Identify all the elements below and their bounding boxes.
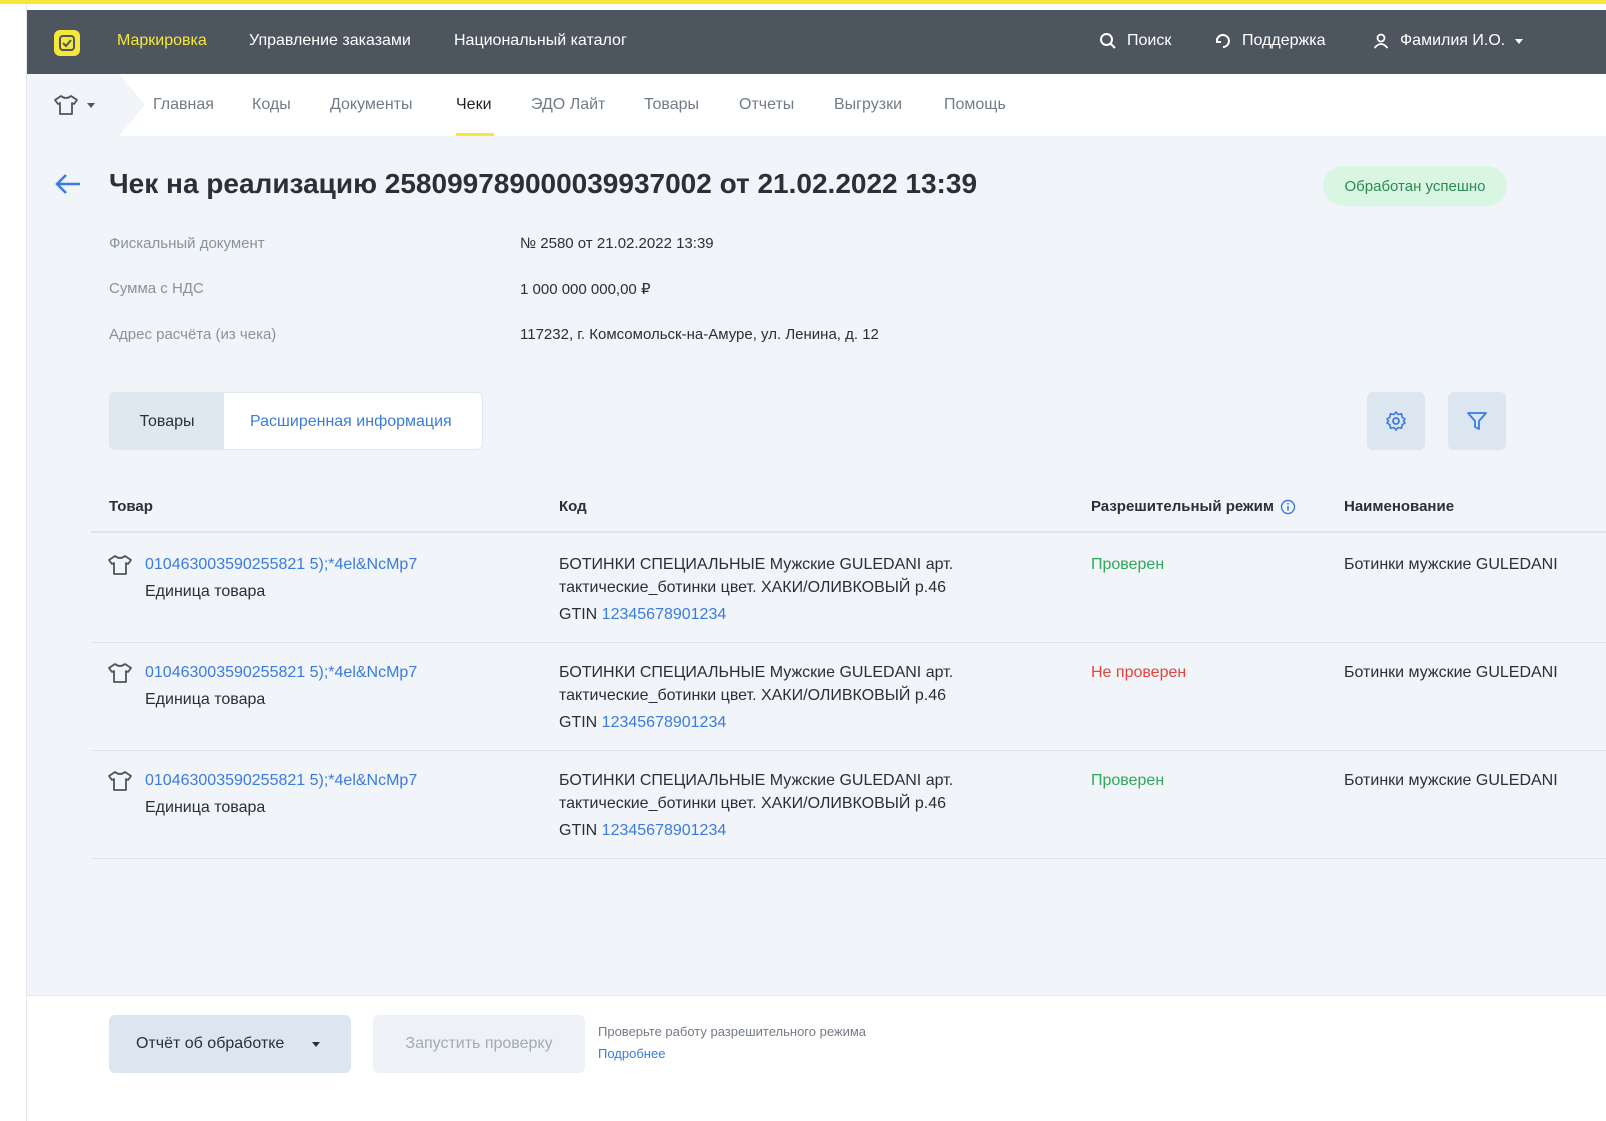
table-header-divider <box>91 531 1606 533</box>
chevron-down-icon <box>1515 38 1524 44</box>
item-description-line1: БОТИНКИ СПЕЦИАЛЬНЫЕ Мужские GULEDANI арт… <box>559 772 954 789</box>
item-description-line2: тактические_ботинки цвет. ХАКИ/ОЛИВКОВЫЙ… <box>559 687 947 704</box>
info-icon[interactable] <box>1280 499 1296 515</box>
col-header-permit-label: Разрешительный режим <box>1091 498 1274 515</box>
logo-icon[interactable] <box>54 30 80 56</box>
tab-exports[interactable]: Выгрузки <box>834 96 902 114</box>
tab-receipts[interactable]: Чеки <box>456 96 492 114</box>
tab-help[interactable]: Помощь <box>944 96 1006 114</box>
tshirt-icon <box>108 663 132 683</box>
action-footer: Отчёт об обработке Запустить проверку Пр… <box>27 995 1606 1121</box>
processing-report-dropdown[interactable]: Отчёт об обработке <box>109 1015 351 1073</box>
info-value-address: 117232, г. Комсомольск-на-Амуре, ул. Лен… <box>520 326 879 343</box>
run-check-button[interactable]: Запустить проверку <box>373 1015 585 1073</box>
item-description-line2: тактические_ботинки цвет. ХАКИ/ОЛИВКОВЫЙ… <box>559 795 947 812</box>
active-tab-indicator <box>456 133 494 136</box>
item-name: Ботинки мужские GULEDANI <box>1344 772 1558 789</box>
tab-codes[interactable]: Коды <box>252 96 291 114</box>
item-name: Ботинки мужские GULEDANI <box>1344 664 1558 681</box>
info-value-fiscal: № 2580 от 21.02.2022 13:39 <box>520 235 714 252</box>
col-header-permit[interactable]: Разрешительный режим <box>1091 498 1296 515</box>
status-badge: Обработан успешно <box>1323 166 1507 206</box>
tab-goods-list[interactable]: Товары <box>110 393 224 449</box>
topnav-orders[interactable]: Управление заказами <box>249 32 411 50</box>
permit-status: Проверен <box>1091 772 1165 789</box>
table-row[interactable]: 010463003590255821 5);*4el&NcMp7 Единица… <box>91 751 1606 859</box>
gtin-label: GTIN <box>559 822 598 839</box>
gtin-label: GTIN <box>559 714 598 731</box>
settings-button[interactable] <box>1367 392 1425 450</box>
support-label: Поддержка <box>1242 32 1326 49</box>
gtin-link[interactable]: 12345678901234 <box>602 714 727 731</box>
item-unit: Единица товара <box>145 583 266 600</box>
table-row[interactable]: 010463003590255821 5);*4el&NcMp7 Единица… <box>91 643 1606 751</box>
item-gtin: GTIN 12345678901234 <box>559 822 726 840</box>
table-row[interactable]: 010463003590255821 5);*4el&NcMp7 Единица… <box>91 535 1606 643</box>
category-selector[interactable] <box>27 74 145 136</box>
topnav-catalog[interactable]: Национальный каталог <box>454 32 627 50</box>
col-header-name[interactable]: Наименование <box>1344 498 1454 515</box>
search-button[interactable]: Поиск <box>1099 32 1171 50</box>
info-label-address: Адрес расчёта (из чека) <box>109 326 277 343</box>
user-name: Фамилия И.О. <box>1400 32 1506 49</box>
processing-report-label: Отчёт об обработке <box>136 1035 285 1052</box>
gear-icon <box>1386 411 1406 431</box>
search-icon <box>1100 33 1116 49</box>
item-name: Ботинки мужские GULEDANI <box>1344 556 1558 573</box>
page-title: Чек на реализацию 258099789000039937002 … <box>109 168 978 199</box>
gtin-link[interactable]: 12345678901234 <box>602 606 727 623</box>
item-gtin: GTIN 12345678901234 <box>559 714 726 732</box>
item-unit: Единица товара <box>145 799 266 816</box>
filter-icon <box>1467 412 1487 430</box>
tab-goods[interactable]: Товары <box>644 96 699 114</box>
tab-reports[interactable]: Отчеты <box>739 96 794 114</box>
accent-line <box>0 0 1606 4</box>
item-code-link[interactable]: 010463003590255821 5);*4el&NcMp7 <box>145 556 417 574</box>
item-description-line1: БОТИНКИ СПЕЦИАЛЬНЫЕ Мужские GULEDANI арт… <box>559 556 954 573</box>
item-gtin: GTIN 12345678901234 <box>559 606 726 624</box>
topnav-brand[interactable]: Маркировка <box>117 32 207 50</box>
user-menu[interactable]: Фамилия И.О. <box>1372 32 1524 50</box>
info-label-sum: Сумма с НДС <box>109 280 204 297</box>
search-label: Поиск <box>1127 32 1172 49</box>
permit-status: Проверен <box>1091 556 1165 573</box>
back-arrow-icon[interactable] <box>53 172 83 196</box>
item-code-link[interactable]: 010463003590255821 5);*4el&NcMp7 <box>145 772 417 790</box>
app-window: Маркировка Управление заказами Националь… <box>27 10 1606 1121</box>
section-nav: Главная Коды Документы Чеки ЭДО Лайт Тов… <box>27 74 1606 136</box>
logo-glyph-icon <box>59 35 75 51</box>
support-icon <box>1215 34 1230 48</box>
more-link[interactable]: Подробнее <box>598 1046 665 1061</box>
tab-main[interactable]: Главная <box>153 96 214 114</box>
item-code-link[interactable]: 010463003590255821 5);*4el&NcMp7 <box>145 664 417 682</box>
tab-extended-info[interactable]: Расширенная информация <box>224 393 482 449</box>
item-description-line2: тактические_ботинки цвет. ХАКИ/ОЛИВКОВЫЙ… <box>559 579 947 596</box>
permit-status: Не проверен <box>1091 664 1187 681</box>
left-gutter <box>0 4 27 1121</box>
permit-hint: Проверьте работу разрешительного режима <box>598 1024 867 1039</box>
item-description-line1: БОТИНКИ СПЕЦИАЛЬНЫЕ Мужские GULEDANI арт… <box>559 664 954 681</box>
filter-button[interactable] <box>1448 392 1506 450</box>
col-header-name-label: Наименование <box>1344 498 1455 515</box>
chevron-down-icon <box>87 102 95 108</box>
item-unit: Единица товара <box>145 691 266 708</box>
col-header-goods-label: Товар <box>109 498 153 515</box>
tshirt-icon <box>54 95 78 115</box>
info-label-fiscal: Фискальный документ <box>109 235 265 252</box>
user-icon <box>1373 33 1389 49</box>
col-header-code-label: Код <box>559 498 587 515</box>
support-button[interactable]: Поддержка <box>1214 32 1325 50</box>
gtin-link[interactable]: 12345678901234 <box>602 822 727 839</box>
info-value-sum: 1 000 000 000,00 ₽ <box>520 281 651 298</box>
col-header-code[interactable]: Код <box>559 498 587 515</box>
top-bar: Маркировка Управление заказами Националь… <box>27 10 1606 74</box>
content-tabs: Товары Расширенная информация <box>109 392 483 450</box>
tshirt-icon <box>108 771 132 791</box>
tab-documents[interactable]: Документы <box>330 96 412 114</box>
tshirt-icon <box>108 555 132 575</box>
tab-edo-lite[interactable]: ЭДО Лайт <box>531 96 605 114</box>
col-header-goods[interactable]: Товар <box>109 498 153 515</box>
chevron-down-icon <box>312 1041 321 1047</box>
gtin-label: GTIN <box>559 606 598 623</box>
